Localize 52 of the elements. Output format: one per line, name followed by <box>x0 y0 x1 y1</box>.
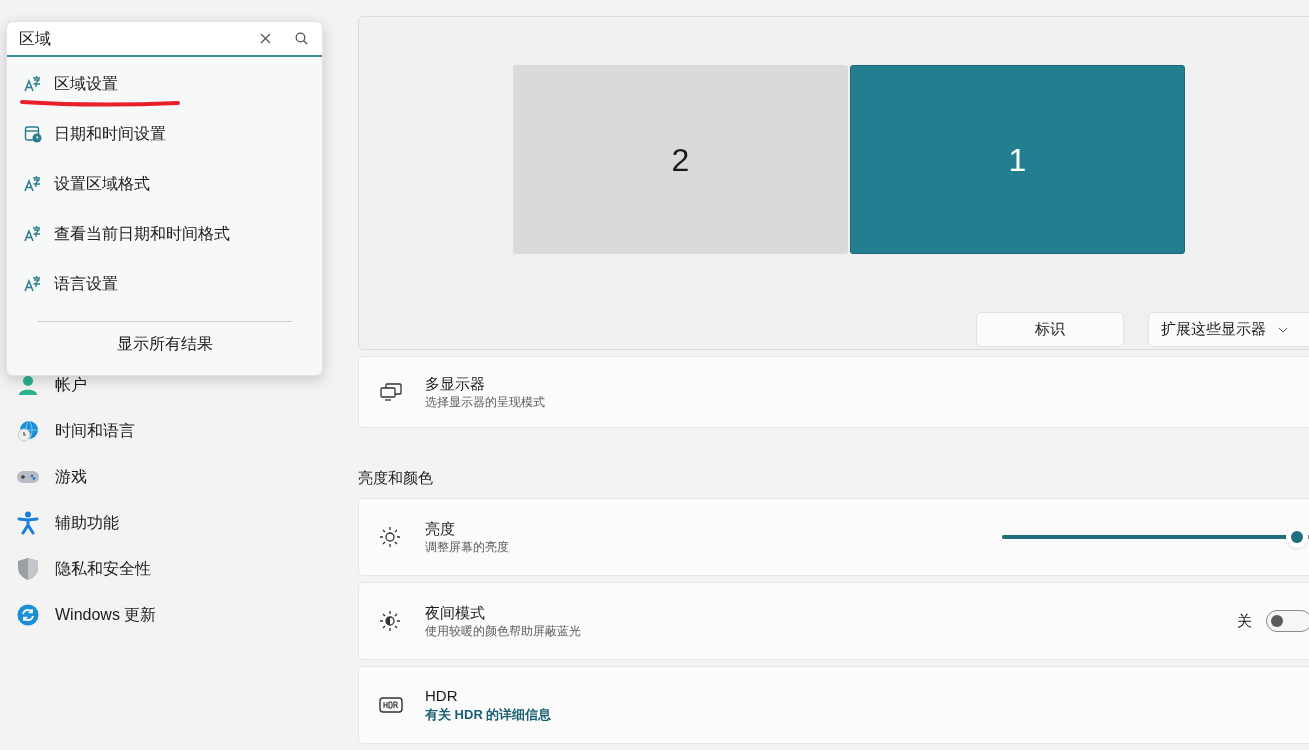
language-icon <box>24 175 42 193</box>
account-icon <box>17 374 39 396</box>
language-icon <box>24 225 42 243</box>
search-field[interactable]: 区域 <box>7 22 322 57</box>
close-icon[interactable] <box>260 33 271 44</box>
setting-title: HDR <box>425 686 459 706</box>
setting-card[interactable]: 多显示器 选择显示器的呈现模式 <box>358 355 1309 428</box>
language-icon <box>24 75 42 93</box>
sidebar-item[interactable]: 游戏 <box>16 454 358 500</box>
monitor-tile[interactable]: 1 <box>850 65 1185 254</box>
search-result[interactable]: 语言设置 <box>7 259 322 309</box>
setting-title: 亮度 <box>425 519 456 539</box>
search-input[interactable]: 区域 <box>19 26 260 51</box>
sidebar-item[interactable]: 帐户 <box>16 362 358 408</box>
sidebar-item[interactable]: 隐私和安全性 <box>16 546 358 592</box>
sidebar-item[interactable]: Windows 更新 <box>16 592 358 638</box>
identify-button[interactable]: 标识 <box>976 312 1124 347</box>
brightness-slider[interactable] <box>1002 526 1309 548</box>
globe-clock-icon <box>17 420 39 442</box>
section-heading: 亮度和颜色 <box>358 468 434 488</box>
display-mode-dropdown[interactable]: 扩展这些显示器 <box>1148 312 1309 347</box>
search-result[interactable]: 区域设置 <box>7 59 322 109</box>
half-sun-icon <box>379 610 401 632</box>
multiple-displays-icon <box>379 382 403 401</box>
refresh-icon <box>17 604 39 626</box>
chevron-down-icon <box>1278 326 1288 333</box>
search-result[interactable]: 设置区域格式 <box>7 159 322 209</box>
shield-icon <box>17 557 39 581</box>
sidebar-item[interactable]: 辅助功能 <box>16 500 358 546</box>
setting-card[interactable]: 亮度 调整屏幕的亮度 <box>358 498 1309 576</box>
sun-icon <box>379 526 401 548</box>
monitor-tile[interactable]: 2 <box>513 65 848 254</box>
search-result[interactable]: 查看当前日期和时间格式 <box>7 209 322 259</box>
gamepad-icon <box>16 469 40 485</box>
calendar-clock-icon <box>24 125 42 143</box>
language-icon <box>24 275 42 293</box>
setting-subtitle: 使用较暖的颜色帮助屏蔽蓝光 <box>425 623 582 639</box>
search-icon[interactable] <box>295 32 308 45</box>
accessibility-icon <box>17 511 39 535</box>
night-mode-toggle[interactable] <box>1266 610 1309 632</box>
hdr-icon <box>379 697 403 713</box>
search-result[interactable]: 日期和时间设置 <box>7 109 322 159</box>
setting-title: 多显示器 <box>425 373 486 394</box>
setting-title: 夜间模式 <box>425 603 486 623</box>
setting-card[interactable]: HDR 有关 HDR 的详细信息 <box>358 666 1309 744</box>
show-all-results-link[interactable]: 显示所有结果 <box>116 332 213 356</box>
setting-subtitle: 选择显示器的呈现模式 <box>425 393 545 410</box>
sidebar-item[interactable]: 时间和语言 <box>16 408 358 454</box>
details-link[interactable]: 有关 HDR 的详细信息 <box>425 706 1309 724</box>
setting-card[interactable]: 夜间模式 使用较暖的颜色帮助屏蔽蓝光 关 <box>358 582 1309 660</box>
setting-subtitle: 调整屏幕的亮度 <box>425 539 510 555</box>
toggle-state-label: 关 <box>1237 610 1252 631</box>
